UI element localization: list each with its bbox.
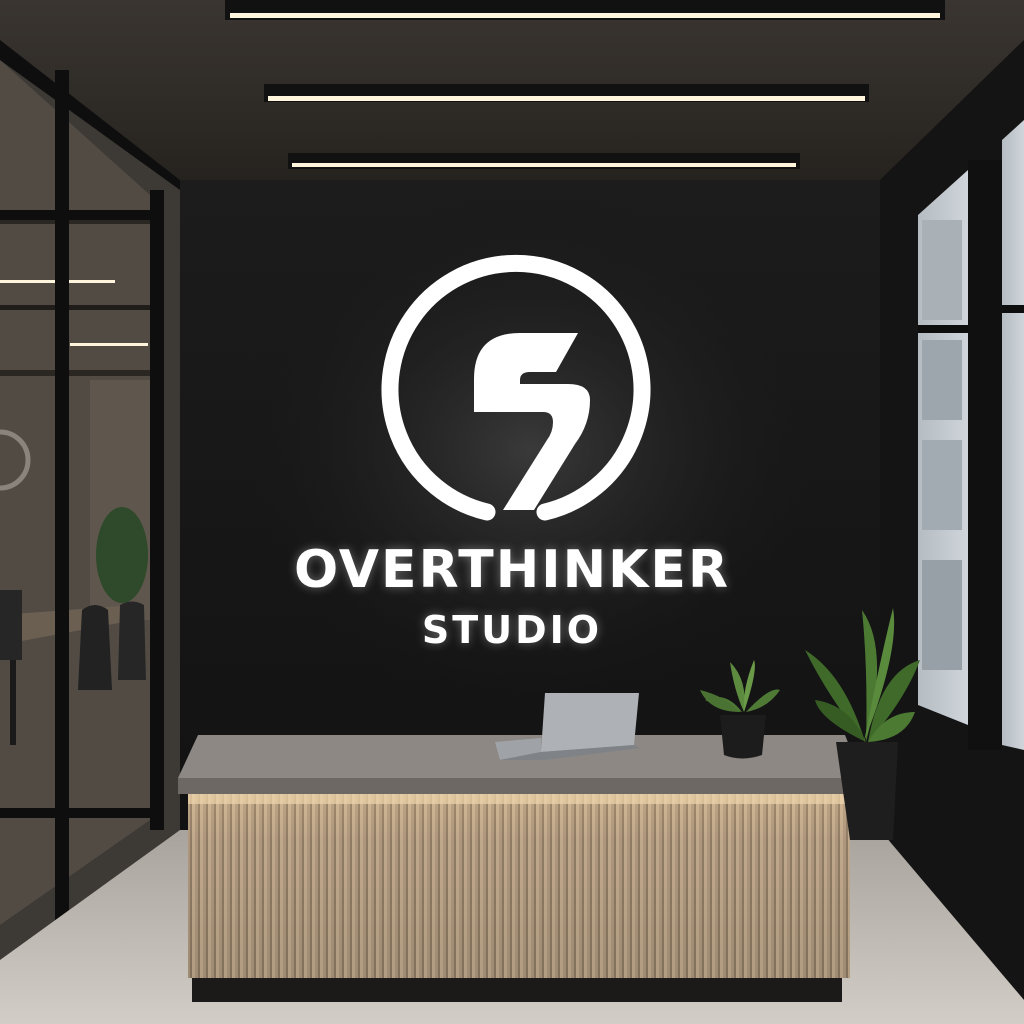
reception-scene: OVERTHINKER STUDIO [0, 0, 1024, 1024]
window-pane-2 [1002, 120, 1024, 750]
scene-drawing [0, 0, 1024, 1024]
brand-subtitle: STUDIO [421, 608, 603, 652]
desk-base [192, 978, 842, 1002]
brand-name: OVERTHINKER [294, 540, 730, 600]
